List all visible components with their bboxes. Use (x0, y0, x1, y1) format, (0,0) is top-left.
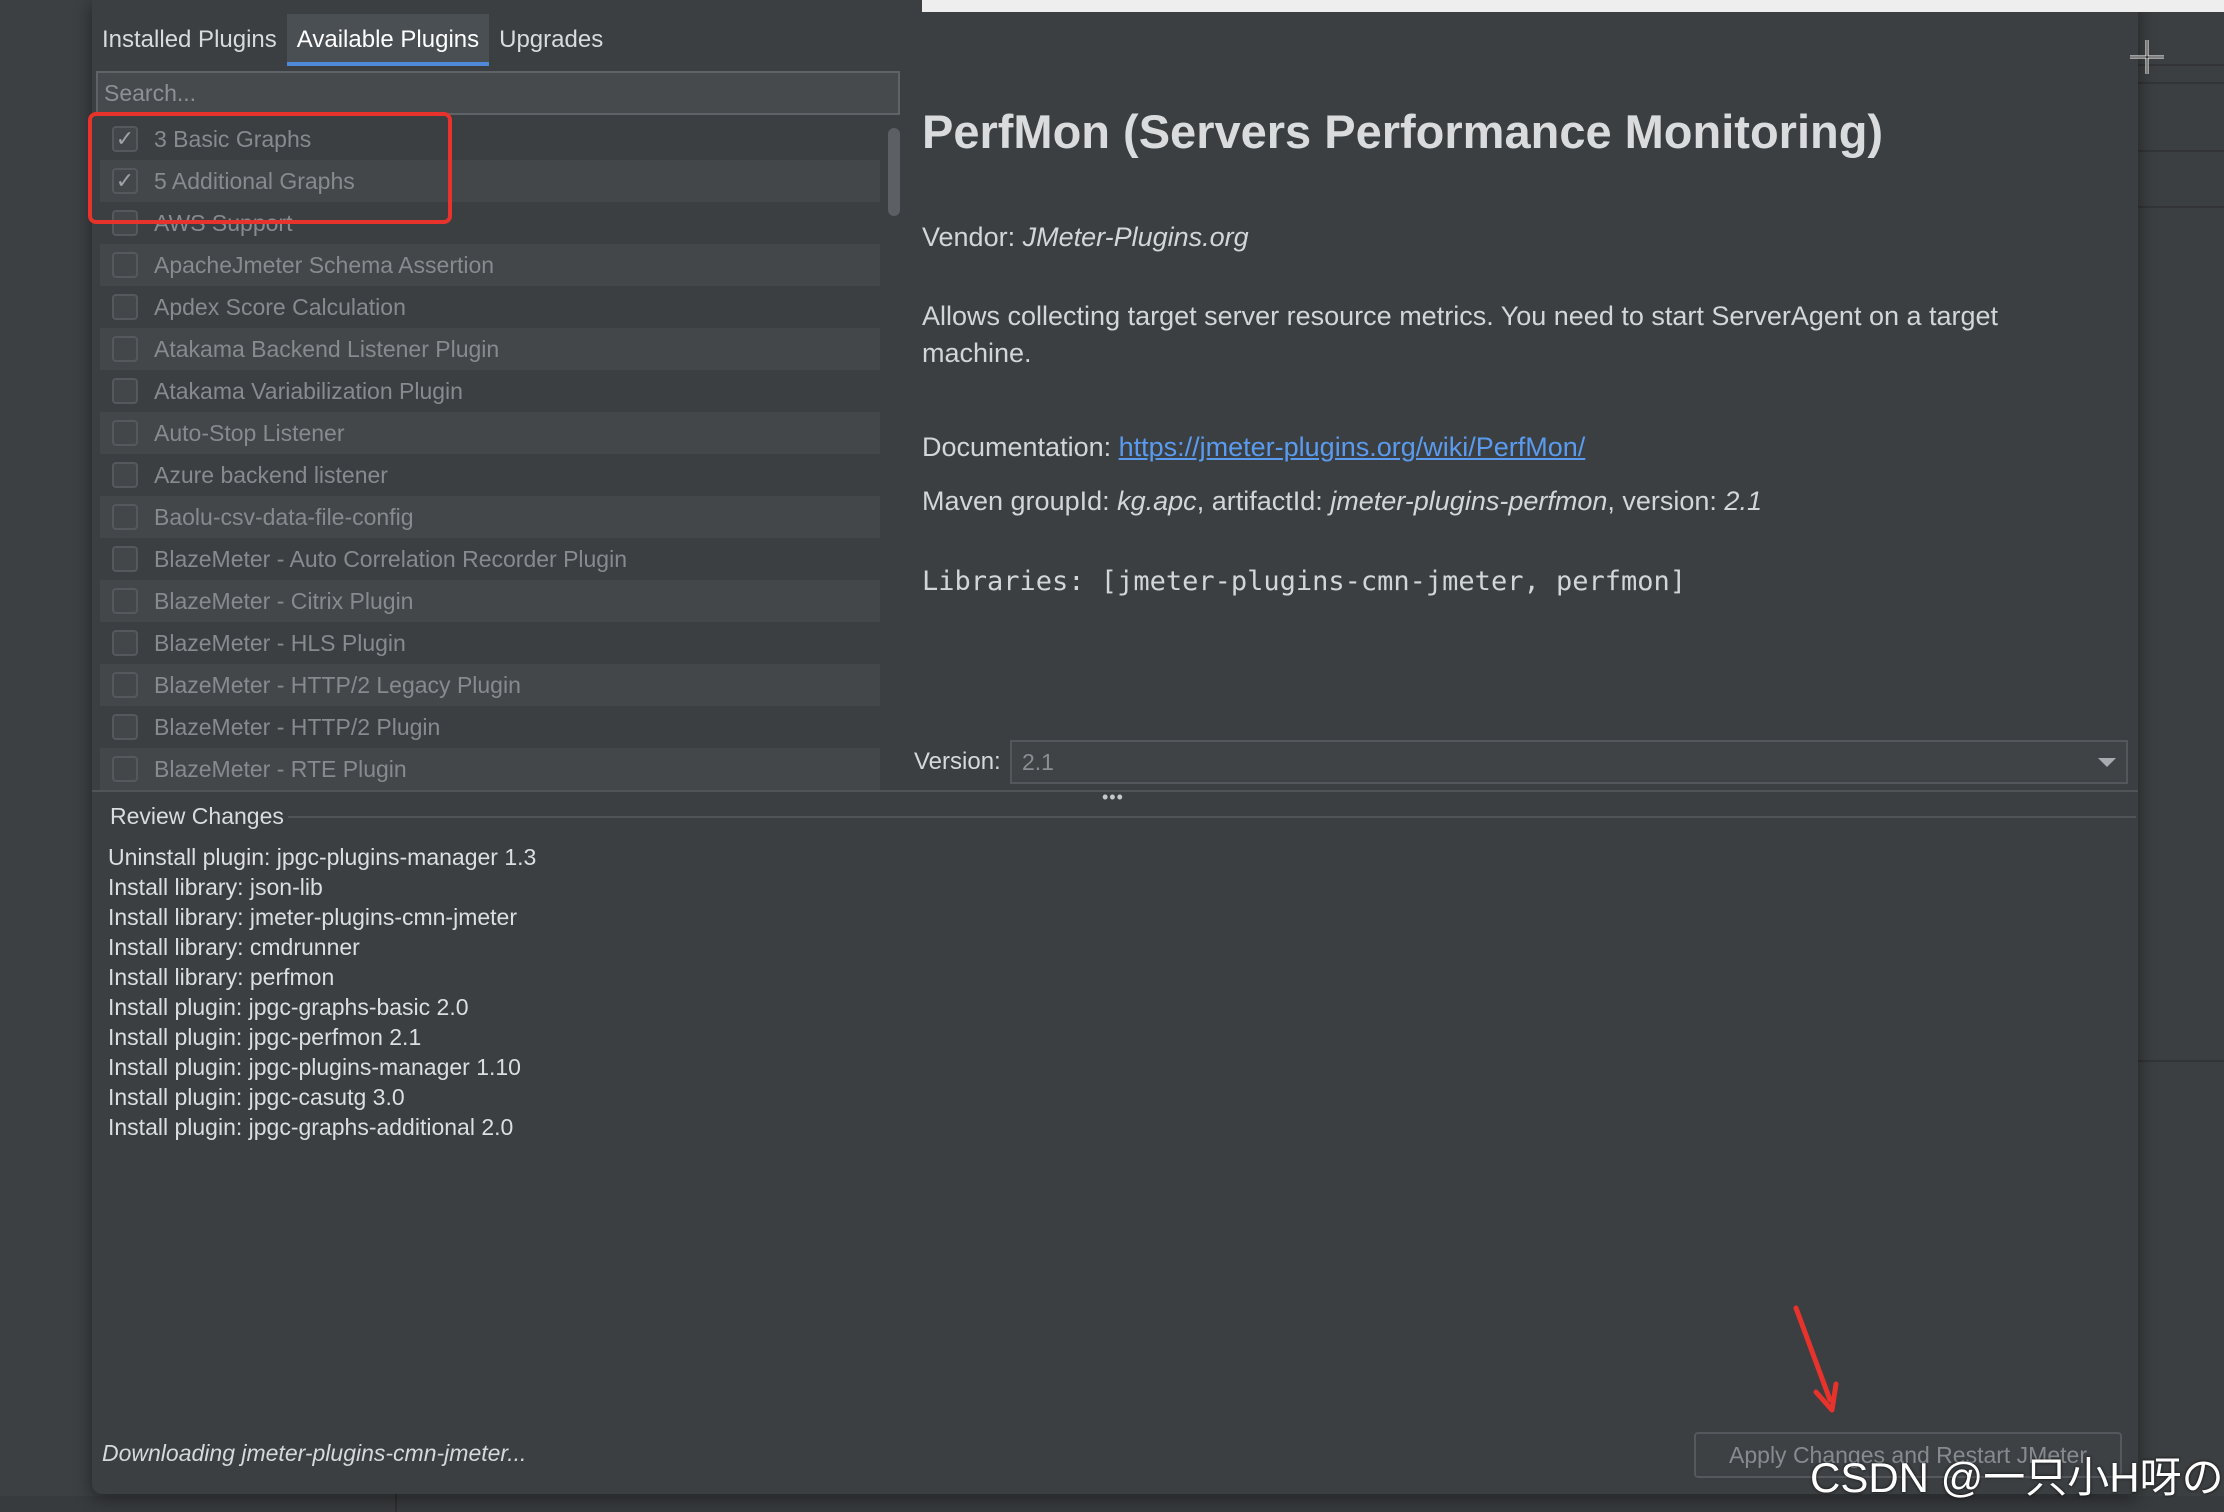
review-item: Install plugin: jpgc-perfmon 2.1 (108, 1024, 422, 1050)
plugin-row[interactable]: ApacheJmeter Schema Assertion (100, 244, 880, 286)
review-item: Install library: perfmon (108, 964, 335, 990)
vendor-label: Vendor: (922, 222, 1023, 252)
review-item: Install library: jmeter-plugins-cmn-jmet… (108, 904, 517, 930)
splitter-handle-icon[interactable]: ••• (1102, 788, 1124, 806)
checkbox[interactable] (112, 630, 138, 656)
review-item: Install plugin: jpgc-graphs-additional 2… (108, 1114, 514, 1140)
checkbox[interactable] (112, 462, 138, 488)
plugin-label: BlazeMeter - HLS Plugin (154, 629, 406, 656)
dialog-title-strip (922, 0, 2224, 12)
plugin-row[interactable]: Atakama Backend Listener Plugin (100, 328, 880, 370)
plugins-manager-dialog: Installed Plugins Available Plugins Upgr… (88, 0, 2224, 1494)
plugin-label: Baolu-csv-data-file-config (154, 503, 414, 530)
version-inline-label: , version: (1607, 486, 1725, 516)
maven-line: Maven groupId: kg.apc, artifactId: jmete… (922, 486, 1762, 517)
documentation-line: Documentation: https://jmeter-plugins.or… (922, 432, 1585, 463)
background-divider (395, 1494, 397, 1512)
review-item: Install plugin: jpgc-graphs-basic 2.0 (108, 994, 469, 1020)
checkbox[interactable] (112, 336, 138, 362)
plugin-row[interactable]: BlazeMeter - HTTP/2 Legacy Plugin (100, 664, 880, 706)
plugin-label: Atakama Variabilization Plugin (154, 377, 463, 404)
plugin-row[interactable]: BlazeMeter - HLS Plugin (100, 622, 880, 664)
plugin-row[interactable]: BlazeMeter - Citrix Plugin (100, 580, 880, 622)
checkbox[interactable] (112, 252, 138, 278)
plugin-row[interactable]: BlazeMeter - RTE Plugin (100, 748, 880, 790)
plugin-label: BlazeMeter - HTTP/2 Plugin (154, 713, 441, 740)
plugin-row[interactable]: BlazeMeter - Auto Correlation Recorder P… (100, 538, 880, 580)
plugin-label: BlazeMeter - RTE Plugin (154, 755, 407, 782)
checkbox[interactable] (112, 378, 138, 404)
plugin-row[interactable]: BlazeMeter - HTTP/2 Plugin (100, 706, 880, 748)
documentation-link[interactable]: https://jmeter-plugins.org/wiki/PerfMon/ (1119, 432, 1586, 462)
version-dropdown-value: 2.1 (1022, 749, 1054, 775)
group-id: kg.apc (1117, 486, 1197, 516)
review-divider (192, 816, 2136, 818)
review-item: Install plugin: jpgc-plugins-manager 1.1… (108, 1054, 521, 1080)
plugin-label: Azure backend listener (154, 461, 388, 488)
plugin-row[interactable]: Apdex Score Calculation (100, 286, 880, 328)
background-ide-right (2138, 0, 2224, 1512)
tab-available-plugins[interactable]: Available Plugins (286, 14, 490, 66)
artifact-id: jmeter-plugins-perfmon (1330, 486, 1608, 516)
download-status: Downloading jmeter-plugins-cmn-jmeter... (102, 1440, 527, 1466)
review-changes-title: Review Changes (106, 803, 288, 830)
plugin-title: PerfMon (Servers Performance Monitoring) (922, 105, 1884, 158)
review-item: Install plugin: jpgc-casutg 3.0 (108, 1084, 405, 1110)
panel-splitter[interactable]: ••• (92, 788, 2138, 806)
checkbox[interactable] (112, 504, 138, 530)
checkbox[interactable] (112, 714, 138, 740)
plugin-label: Atakama Backend Listener Plugin (154, 335, 500, 362)
vendor-value: JMeter-Plugins.org (1022, 222, 1249, 252)
libraries-line: Libraries: [jmeter-plugins-cmn-jmeter, p… (922, 566, 1687, 597)
review-item: Uninstall plugin: jpgc-plugins-manager 1… (108, 844, 537, 870)
tab-bar: Installed Plugins Available Plugins Upgr… (92, 14, 613, 66)
plugin-row[interactable]: Azure backend listener (100, 454, 880, 496)
review-item: Install library: json-lib (108, 874, 323, 900)
annotation-arrow-icon (1793, 1305, 1839, 1413)
search-input[interactable]: Search... (96, 71, 900, 115)
plugin-label: Auto-Stop Listener (154, 419, 345, 446)
artifact-label: , artifactId: (1196, 486, 1331, 516)
vendor-line: Vendor: JMeter-Plugins.org (922, 222, 1249, 253)
version-inline-value: 2.1 (1724, 486, 1762, 516)
version-dropdown[interactable]: 2.1 (1010, 740, 2128, 784)
checkbox[interactable] (112, 756, 138, 782)
version-label: Version: (914, 748, 1001, 775)
tab-installed-plugins[interactable]: Installed Plugins (92, 14, 287, 66)
plugin-label: ApacheJmeter Schema Assertion (154, 251, 495, 278)
checkbox[interactable] (112, 294, 138, 320)
plugin-list-scrollbar[interactable] (884, 118, 900, 790)
crosshair-cursor-icon (2130, 40, 2164, 74)
plugin-row[interactable]: Auto-Stop Listener (100, 412, 880, 454)
checkbox[interactable] (112, 546, 138, 572)
review-changes-list: Uninstall plugin: jpgc-plugins-manager 1… (108, 842, 536, 1142)
plugin-description: Allows collecting target server resource… (922, 301, 1999, 368)
checkbox[interactable] (112, 588, 138, 614)
checkbox[interactable] (112, 420, 138, 446)
watermark: CSDN @一只小H呀の (1810, 1454, 2224, 1501)
checkbox[interactable] (112, 672, 138, 698)
maven-label: Maven groupId: (922, 486, 1118, 516)
background-ide-left (0, 0, 92, 1512)
plugin-label: BlazeMeter - Auto Correlation Recorder P… (154, 545, 628, 572)
highlight-annotation-box (88, 112, 452, 224)
plugin-row[interactable]: Atakama Variabilization Plugin (100, 370, 880, 412)
chevron-down-icon (2098, 758, 2116, 767)
plugin-row[interactable]: Baolu-csv-data-file-config (100, 496, 880, 538)
review-item: Install library: cmdrunner (108, 934, 360, 960)
plugin-label: BlazeMeter - HTTP/2 Legacy Plugin (154, 671, 521, 698)
plugin-label: Apdex Score Calculation (154, 293, 406, 320)
scrollbar-thumb[interactable] (888, 128, 900, 216)
documentation-label: Documentation: (922, 432, 1119, 462)
plugin-label: BlazeMeter - Citrix Plugin (154, 587, 414, 614)
tab-upgrades[interactable]: Upgrades (489, 14, 613, 66)
